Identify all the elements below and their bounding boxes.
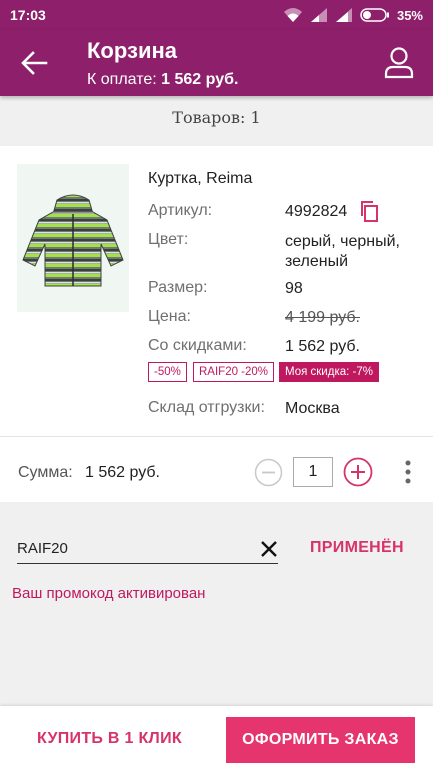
user-icon[interactable] (383, 45, 415, 79)
buy-one-click-button[interactable]: КУПИТЬ В 1 КЛИК (37, 730, 182, 748)
status-bar: 17:03 35% (0, 0, 433, 30)
article-label: Артикул: (148, 202, 213, 219)
copy-icon[interactable] (359, 200, 379, 222)
quantity-field[interactable]: 1 (293, 457, 333, 487)
promo-status-message: Ваш промокод активирован (12, 585, 206, 602)
color-value-line-2: зеленый (285, 253, 349, 270)
app-bar: Корзина К оплате: 1 562 руб. (0, 30, 433, 96)
total-to-pay-label: К оплате: (87, 71, 157, 88)
product-image[interactable] (17, 164, 129, 312)
checkout-button[interactable]: ОФОРМИТЬ ЗАКАЗ (226, 717, 415, 763)
total-to-pay: К оплате: 1 562 руб. (87, 71, 238, 89)
decrease-quantity-button[interactable] (254, 458, 283, 487)
discount-price-label: Со скидками: (148, 337, 247, 354)
total-to-pay-value: 1 562 руб. (161, 71, 239, 88)
items-count: Товаров: 1 (172, 108, 261, 127)
jacket-image (22, 194, 124, 287)
bottom-action-bar: КУПИТЬ В 1 КЛИК ОФОРМИТЬ ЗАКАЗ (0, 706, 433, 770)
sum-label: Сумма: (18, 464, 73, 481)
warehouse-value: Москва (285, 400, 340, 417)
size-value: 98 (285, 280, 303, 297)
battery-percent: 35% (396, 7, 423, 23)
signal-icon-2 (335, 8, 352, 22)
page-title: Корзина (87, 38, 177, 63)
sum-value: 1 562 руб. (85, 464, 160, 481)
product-name[interactable]: Куртка, Reima (148, 170, 252, 188)
divider (0, 436, 433, 437)
original-price: 4 199 руб. (285, 309, 360, 326)
article-value: 4992824 (285, 203, 348, 220)
clear-promo-icon[interactable] (259, 539, 279, 559)
promo-code-input[interactable]: RAIF20 (17, 538, 278, 564)
more-options-icon[interactable] (398, 458, 418, 486)
wifi-icon (283, 8, 302, 22)
status-icons: 35% (283, 7, 423, 23)
cart-item-card: Куртка, Reima Артикул: 4992824 Цвет: сер… (0, 146, 433, 502)
discount-tag: -50% (148, 362, 187, 382)
signal-icon (310, 8, 327, 22)
increase-quantity-button[interactable] (343, 457, 373, 487)
apply-promo-button[interactable]: ПРИМЕНЁН (310, 539, 404, 557)
price-label: Цена: (148, 308, 191, 325)
color-label: Цвет: (148, 231, 189, 248)
back-arrow-icon[interactable] (18, 48, 50, 78)
size-label: Размер: (148, 279, 208, 296)
discount-price-value: 1 562 руб. (285, 338, 360, 355)
promo-tag: RAIF20 -20% (193, 362, 275, 382)
status-time: 17:03 (10, 7, 46, 23)
personal-discount-tag: Моя скидка: -7% (279, 362, 379, 382)
battery-icon (360, 8, 389, 22)
color-value-line-1: серый, черный, (285, 233, 400, 250)
warehouse-label: Склад отгрузки: (148, 399, 265, 416)
